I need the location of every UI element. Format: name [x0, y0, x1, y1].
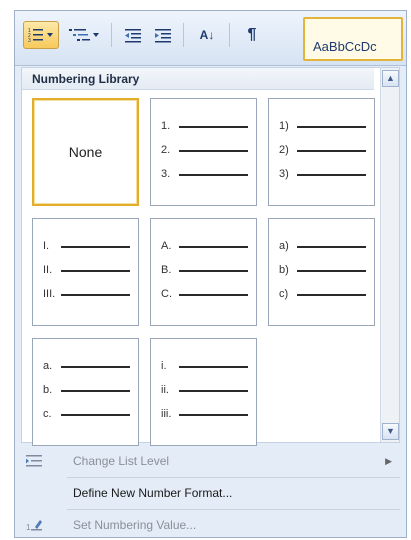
svg-text:1: 1 — [26, 523, 31, 532]
decrease-indent-icon — [125, 29, 141, 43]
set-value-icon: 1 — [26, 520, 42, 532]
list-marker: II. — [43, 264, 53, 276]
numbering-option-roman-upper[interactable]: I. II. III. — [32, 218, 139, 326]
list-marker: A. — [161, 240, 172, 252]
ribbon-separator — [111, 23, 112, 47]
pilcrow-icon: ¶ — [247, 26, 257, 43]
list-marker: b) — [279, 264, 289, 276]
gallery-scrollbar[interactable]: ▲ ▼ — [380, 68, 399, 442]
decrease-indent-button[interactable] — [119, 21, 147, 49]
ribbon-strip: 1 2 3 A↓ ¶ AaBbCcDc — [15, 11, 406, 66]
scroll-up-button[interactable]: ▲ — [382, 70, 399, 87]
list-marker: III. — [43, 288, 56, 300]
numbering-option-alpha-upper[interactable]: A. B. C. — [150, 218, 257, 326]
change-list-level-item[interactable]: Change List Level ▶ — [15, 447, 406, 475]
numbering-option-arabic-period[interactable]: 1. 2. 3. — [150, 98, 257, 206]
list-level-icon — [26, 455, 42, 467]
change-list-level-label: Change List Level — [73, 454, 170, 468]
list-marker: a. — [43, 360, 53, 372]
ribbon-separator — [183, 23, 184, 47]
numbering-option-alpha-lower-paren[interactable]: a) b) c) — [268, 218, 375, 326]
ribbon-separator — [229, 23, 230, 47]
chevron-down-icon: ▼ — [386, 426, 395, 436]
list-marker: 3) — [279, 168, 289, 180]
show-hide-marks-button[interactable]: ¶ — [237, 21, 267, 49]
list-marker: i. — [161, 360, 167, 372]
list-marker: iii. — [161, 408, 172, 420]
numbering-option-arabic-paren[interactable]: 1) 2) 3) — [268, 98, 375, 206]
list-marker: 2. — [161, 144, 171, 156]
numbering-button[interactable]: 1 2 3 — [23, 21, 59, 49]
numbering-option-none[interactable]: None — [32, 98, 139, 206]
list-marker: 1. — [161, 120, 171, 132]
numbering-option-alpha-lower-period[interactable]: a. b. c. — [32, 338, 139, 446]
multilevel-list-button[interactable] — [63, 21, 105, 49]
list-marker: c. — [43, 408, 52, 420]
numbering-library-gallery: Numbering Library ▲ ▼ None 1. 2. 3. 1) 2… — [21, 67, 400, 446]
sort-icon: A↓ — [199, 28, 215, 42]
define-new-number-format-label: Define New Number Format... — [73, 486, 233, 500]
sort-button[interactable]: A↓ — [191, 21, 223, 49]
list-marker: I. — [43, 240, 50, 252]
svg-text:3: 3 — [28, 38, 31, 44]
multilevel-list-icon — [69, 29, 99, 41]
menu-separator — [67, 509, 400, 510]
list-marker: 1) — [279, 120, 289, 132]
list-marker: c) — [279, 288, 289, 300]
increase-indent-button[interactable] — [149, 21, 177, 49]
define-new-number-format-item[interactable]: Define New Number Format... — [15, 479, 406, 507]
style-preview-text: AaBbCcDc — [313, 39, 377, 54]
list-marker: B. — [161, 264, 172, 276]
increase-indent-icon — [155, 29, 171, 43]
list-marker: a) — [279, 240, 289, 252]
scroll-down-button[interactable]: ▼ — [382, 423, 399, 440]
numbering-library-title: Numbering Library — [22, 68, 374, 90]
style-preview-normal[interactable]: AaBbCcDc — [303, 17, 403, 61]
numbering-icon: 1 2 3 — [28, 28, 53, 44]
list-marker: 3. — [161, 168, 171, 180]
set-numbering-value-item[interactable]: 1 Set Numbering Value... — [15, 511, 406, 539]
list-marker: b. — [43, 384, 53, 396]
none-label: None — [68, 144, 103, 160]
list-marker: C. — [161, 288, 172, 300]
submenu-arrow-icon: ▶ — [385, 456, 392, 466]
numbering-dropdown: 1 2 3 A↓ ¶ AaBbCcDc Numbering Library ▲ … — [14, 10, 407, 538]
chevron-up-icon: ▲ — [386, 73, 395, 83]
set-numbering-value-label: Set Numbering Value... — [73, 518, 197, 532]
numbering-option-roman-lower[interactable]: i. ii. iii. — [150, 338, 257, 446]
list-marker: ii. — [161, 384, 169, 396]
list-marker: 2) — [279, 144, 289, 156]
menu-separator — [67, 477, 400, 478]
